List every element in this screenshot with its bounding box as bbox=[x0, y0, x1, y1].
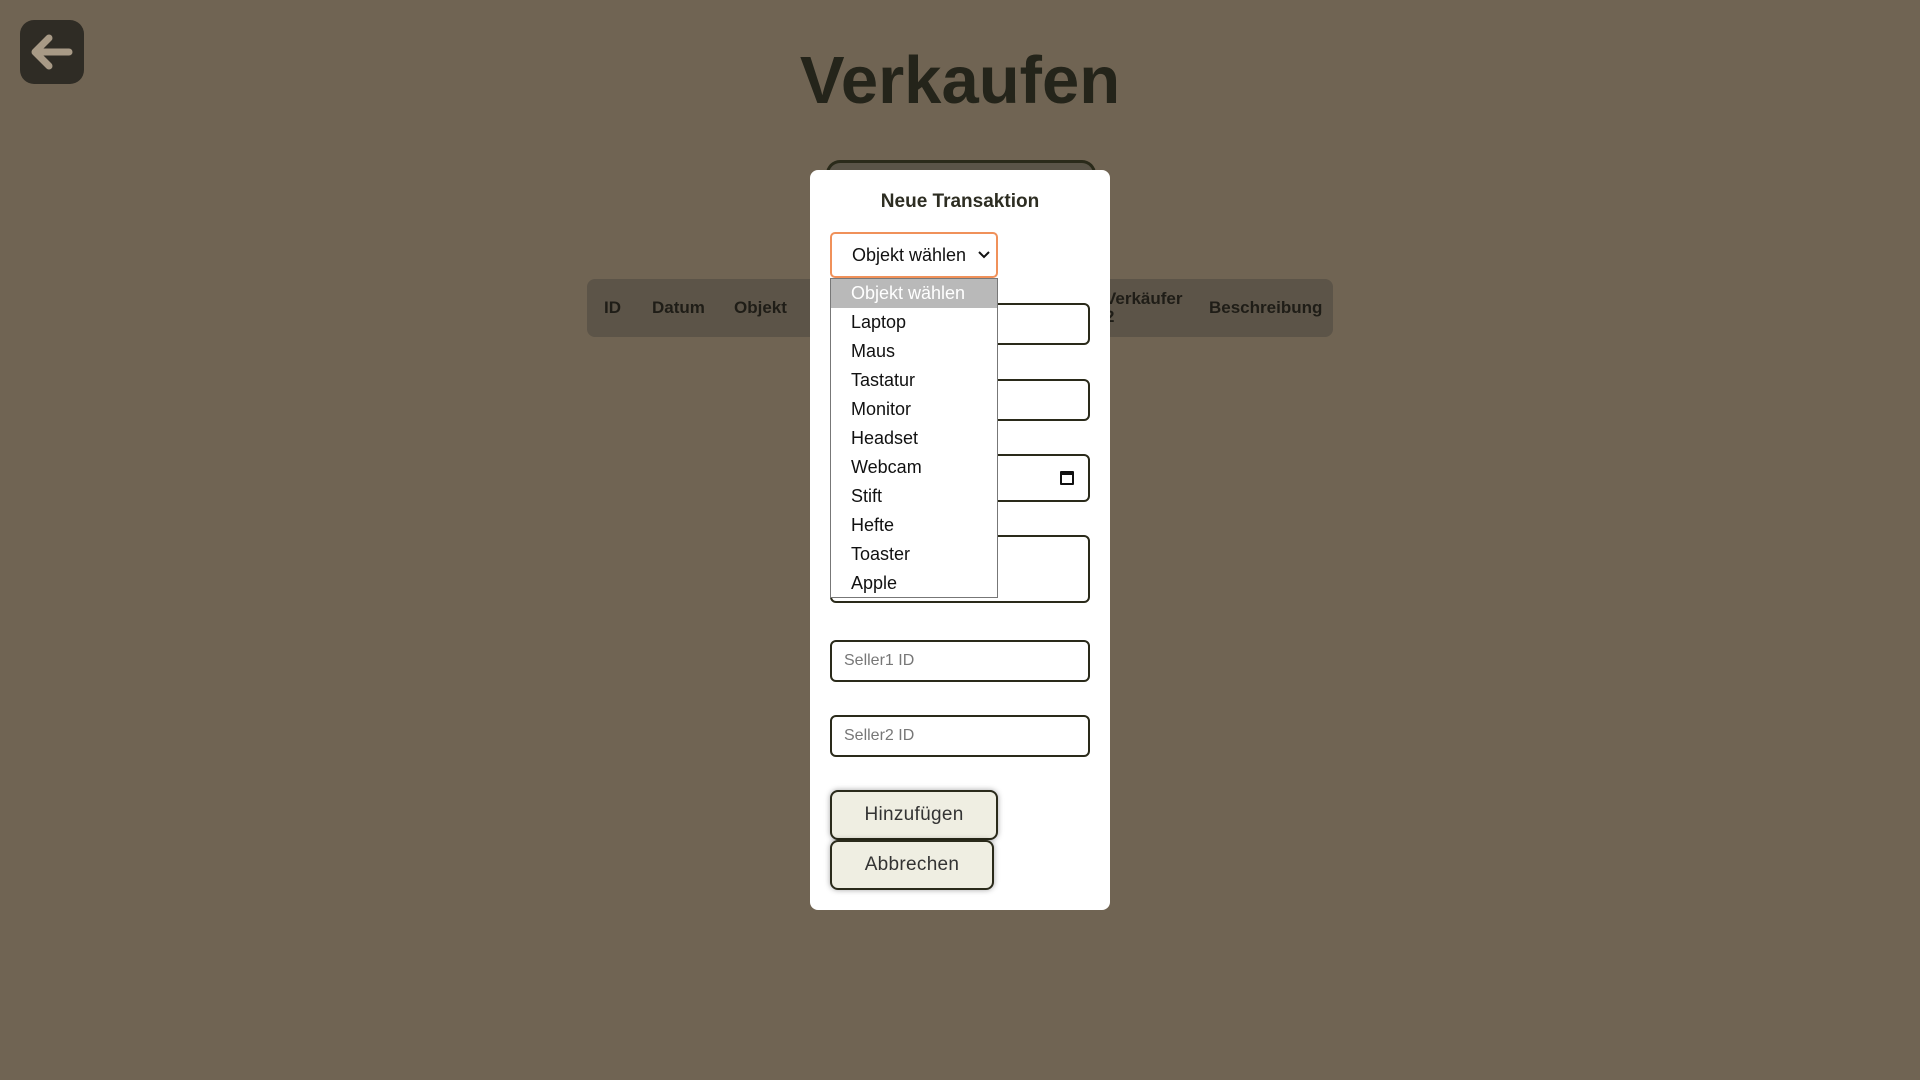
add-button[interactable]: Hinzufügen bbox=[830, 790, 998, 840]
seller2-id-placeholder: Seller2 ID bbox=[844, 727, 915, 744]
dropdown-option[interactable]: Headset bbox=[831, 424, 997, 453]
dropdown-option[interactable]: Apple bbox=[831, 569, 997, 598]
dropdown-option[interactable]: Toaster bbox=[831, 540, 997, 569]
dropdown-option[interactable]: Webcam bbox=[831, 453, 997, 482]
chevron-down-icon bbox=[978, 247, 990, 263]
dropdown-option[interactable]: Maus bbox=[831, 337, 997, 366]
dropdown-option[interactable]: Hefte bbox=[831, 511, 997, 540]
column-header-object: Objekt bbox=[734, 298, 787, 318]
column-header-id: ID bbox=[604, 298, 621, 318]
column-header-seller2: Verkäufer 2 bbox=[1105, 289, 1183, 326]
object-select-value: Objekt wählen bbox=[852, 244, 967, 265]
object-select[interactable]: Objekt wählen bbox=[830, 232, 998, 278]
calendar-icon[interactable] bbox=[1060, 471, 1074, 485]
cancel-button[interactable]: Abbrechen bbox=[830, 840, 994, 890]
page-title: Verkaufen bbox=[799, 43, 1121, 118]
modal-title: Neue Transaktion bbox=[880, 191, 1040, 212]
column-header-description: Beschreibung bbox=[1209, 298, 1323, 318]
dropdown-option[interactable]: Monitor bbox=[831, 395, 997, 424]
seller2-id-field[interactable]: Seller2 ID bbox=[830, 715, 1090, 757]
object-dropdown-list: Objekt wählen Laptop Maus Tastatur Monit… bbox=[830, 278, 998, 598]
dropdown-option[interactable]: Stift bbox=[831, 482, 997, 511]
dropdown-option[interactable]: Objekt wählen bbox=[831, 279, 997, 308]
dropdown-option[interactable]: Tastatur bbox=[831, 366, 997, 395]
dropdown-option[interactable]: Laptop bbox=[831, 308, 997, 337]
column-header-date: Datum bbox=[652, 298, 705, 318]
seller1-id-placeholder: Seller1 ID bbox=[844, 652, 915, 669]
seller1-id-field[interactable]: Seller1 ID bbox=[830, 640, 1090, 682]
